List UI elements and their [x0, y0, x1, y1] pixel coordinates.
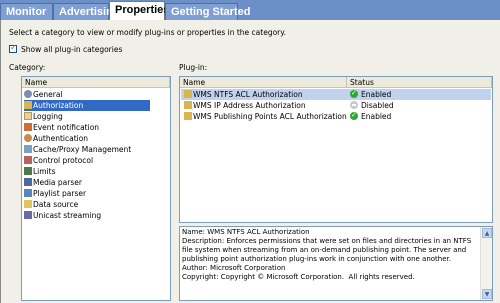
cache-icon — [24, 145, 32, 153]
protocol-icon — [24, 156, 32, 164]
description-text: Description: Enforces permissions that w… — [182, 237, 474, 263]
category-label: Category: — [9, 63, 46, 72]
plugin-label: Plug-in: — [179, 63, 208, 72]
category-item-authentication[interactable]: Authentication — [24, 133, 150, 144]
description-scrollbar[interactable]: ▲ ▼ — [480, 227, 492, 300]
plugin-status: Enabled — [361, 90, 392, 99]
category-item-logging[interactable]: Logging — [24, 111, 150, 122]
event-icon — [24, 123, 32, 131]
category-item-media-parser[interactable]: Media parser — [24, 177, 150, 188]
users-icon — [24, 134, 32, 142]
playlist-icon — [24, 189, 32, 197]
plugin-icon — [184, 101, 192, 109]
category-item-cache-proxy[interactable]: Cache/Proxy Management — [24, 144, 150, 155]
category-item-playlist-parser[interactable]: Playlist parser — [24, 188, 150, 199]
scroll-down-arrow-icon[interactable]: ▼ — [482, 289, 492, 299]
category-column-header[interactable]: Name — [22, 77, 170, 88]
plugin-name-column-header[interactable]: Name — [180, 77, 347, 88]
tab-getting-started[interactable]: Getting Started — [165, 3, 250, 20]
show-all-label[interactable]: Show all plug-in categories — [21, 45, 122, 54]
folder-icon — [24, 200, 32, 208]
category-list[interactable]: Name General Authorization Logging Event… — [21, 76, 171, 301]
category-item-event-notification[interactable]: Event notification — [24, 122, 150, 133]
plugin-description: Name: WMS NTFS ACL Authorization Descript… — [182, 228, 478, 282]
plugin-row[interactable]: WMS Publishing Points ACL Authorization … — [181, 110, 491, 122]
plugin-status: Enabled — [361, 112, 392, 121]
plugin-status-column-header[interactable]: Status — [347, 77, 492, 88]
plugin-icon — [184, 90, 192, 98]
show-all-checkbox[interactable] — [9, 43, 17, 53]
gear-icon — [24, 90, 32, 98]
description-author: Author: Microsoft Corporation — [182, 264, 286, 272]
tab-properties[interactable]: Properties — [109, 1, 169, 20]
plugin-name: WMS NTFS ACL Authorization — [193, 90, 303, 99]
plugin-description-box[interactable]: Name: WMS NTFS ACL Authorization Descript… — [179, 226, 493, 301]
tab-bar: Monitor Advertising Properties Getting S… — [0, 0, 500, 20]
tab-advertising[interactable]: Advertising — [53, 3, 120, 20]
plugin-name: WMS IP Address Authorization — [193, 101, 306, 110]
limits-icon — [24, 167, 32, 175]
category-item-data-source[interactable]: Data source — [24, 199, 150, 210]
plugin-icon — [184, 112, 192, 120]
plugin-status: Disabled — [361, 101, 394, 110]
plugin-row[interactable]: WMS IP Address Authorization Disabled — [181, 100, 491, 111]
description-name: Name: WMS NTFS ACL Authorization — [182, 228, 310, 236]
log-icon — [24, 112, 32, 120]
scroll-up-arrow-icon[interactable]: ▲ — [482, 228, 492, 238]
category-item-limits[interactable]: Limits — [24, 166, 150, 177]
instruction-text: Select a category to view or modify plug… — [9, 28, 287, 37]
properties-panel: Select a category to view or modify plug… — [0, 20, 500, 303]
plugin-list[interactable]: Name Status WMS NTFS ACL Authorization E… — [179, 76, 493, 223]
category-item-control-protocol[interactable]: Control protocol — [24, 155, 150, 166]
plugin-row[interactable]: WMS NTFS ACL Authorization Enabled — [181, 88, 491, 100]
category-item-authorization[interactable]: Authorization — [24, 100, 150, 111]
unicast-icon — [24, 211, 32, 219]
category-item-general[interactable]: General — [24, 89, 150, 100]
key-icon — [24, 101, 32, 109]
category-item-unicast-streaming[interactable]: Unicast streaming — [24, 210, 150, 221]
description-copyright: Copyright: Copyright © Microsoft Corpora… — [182, 273, 415, 281]
plugin-name: WMS Publishing Points ACL Authorization — [193, 112, 347, 121]
media-icon — [24, 178, 32, 186]
enabled-icon — [350, 110, 358, 121]
tab-monitor[interactable]: Monitor — [0, 3, 53, 20]
disabled-icon — [350, 101, 358, 109]
enabled-icon — [350, 88, 358, 99]
